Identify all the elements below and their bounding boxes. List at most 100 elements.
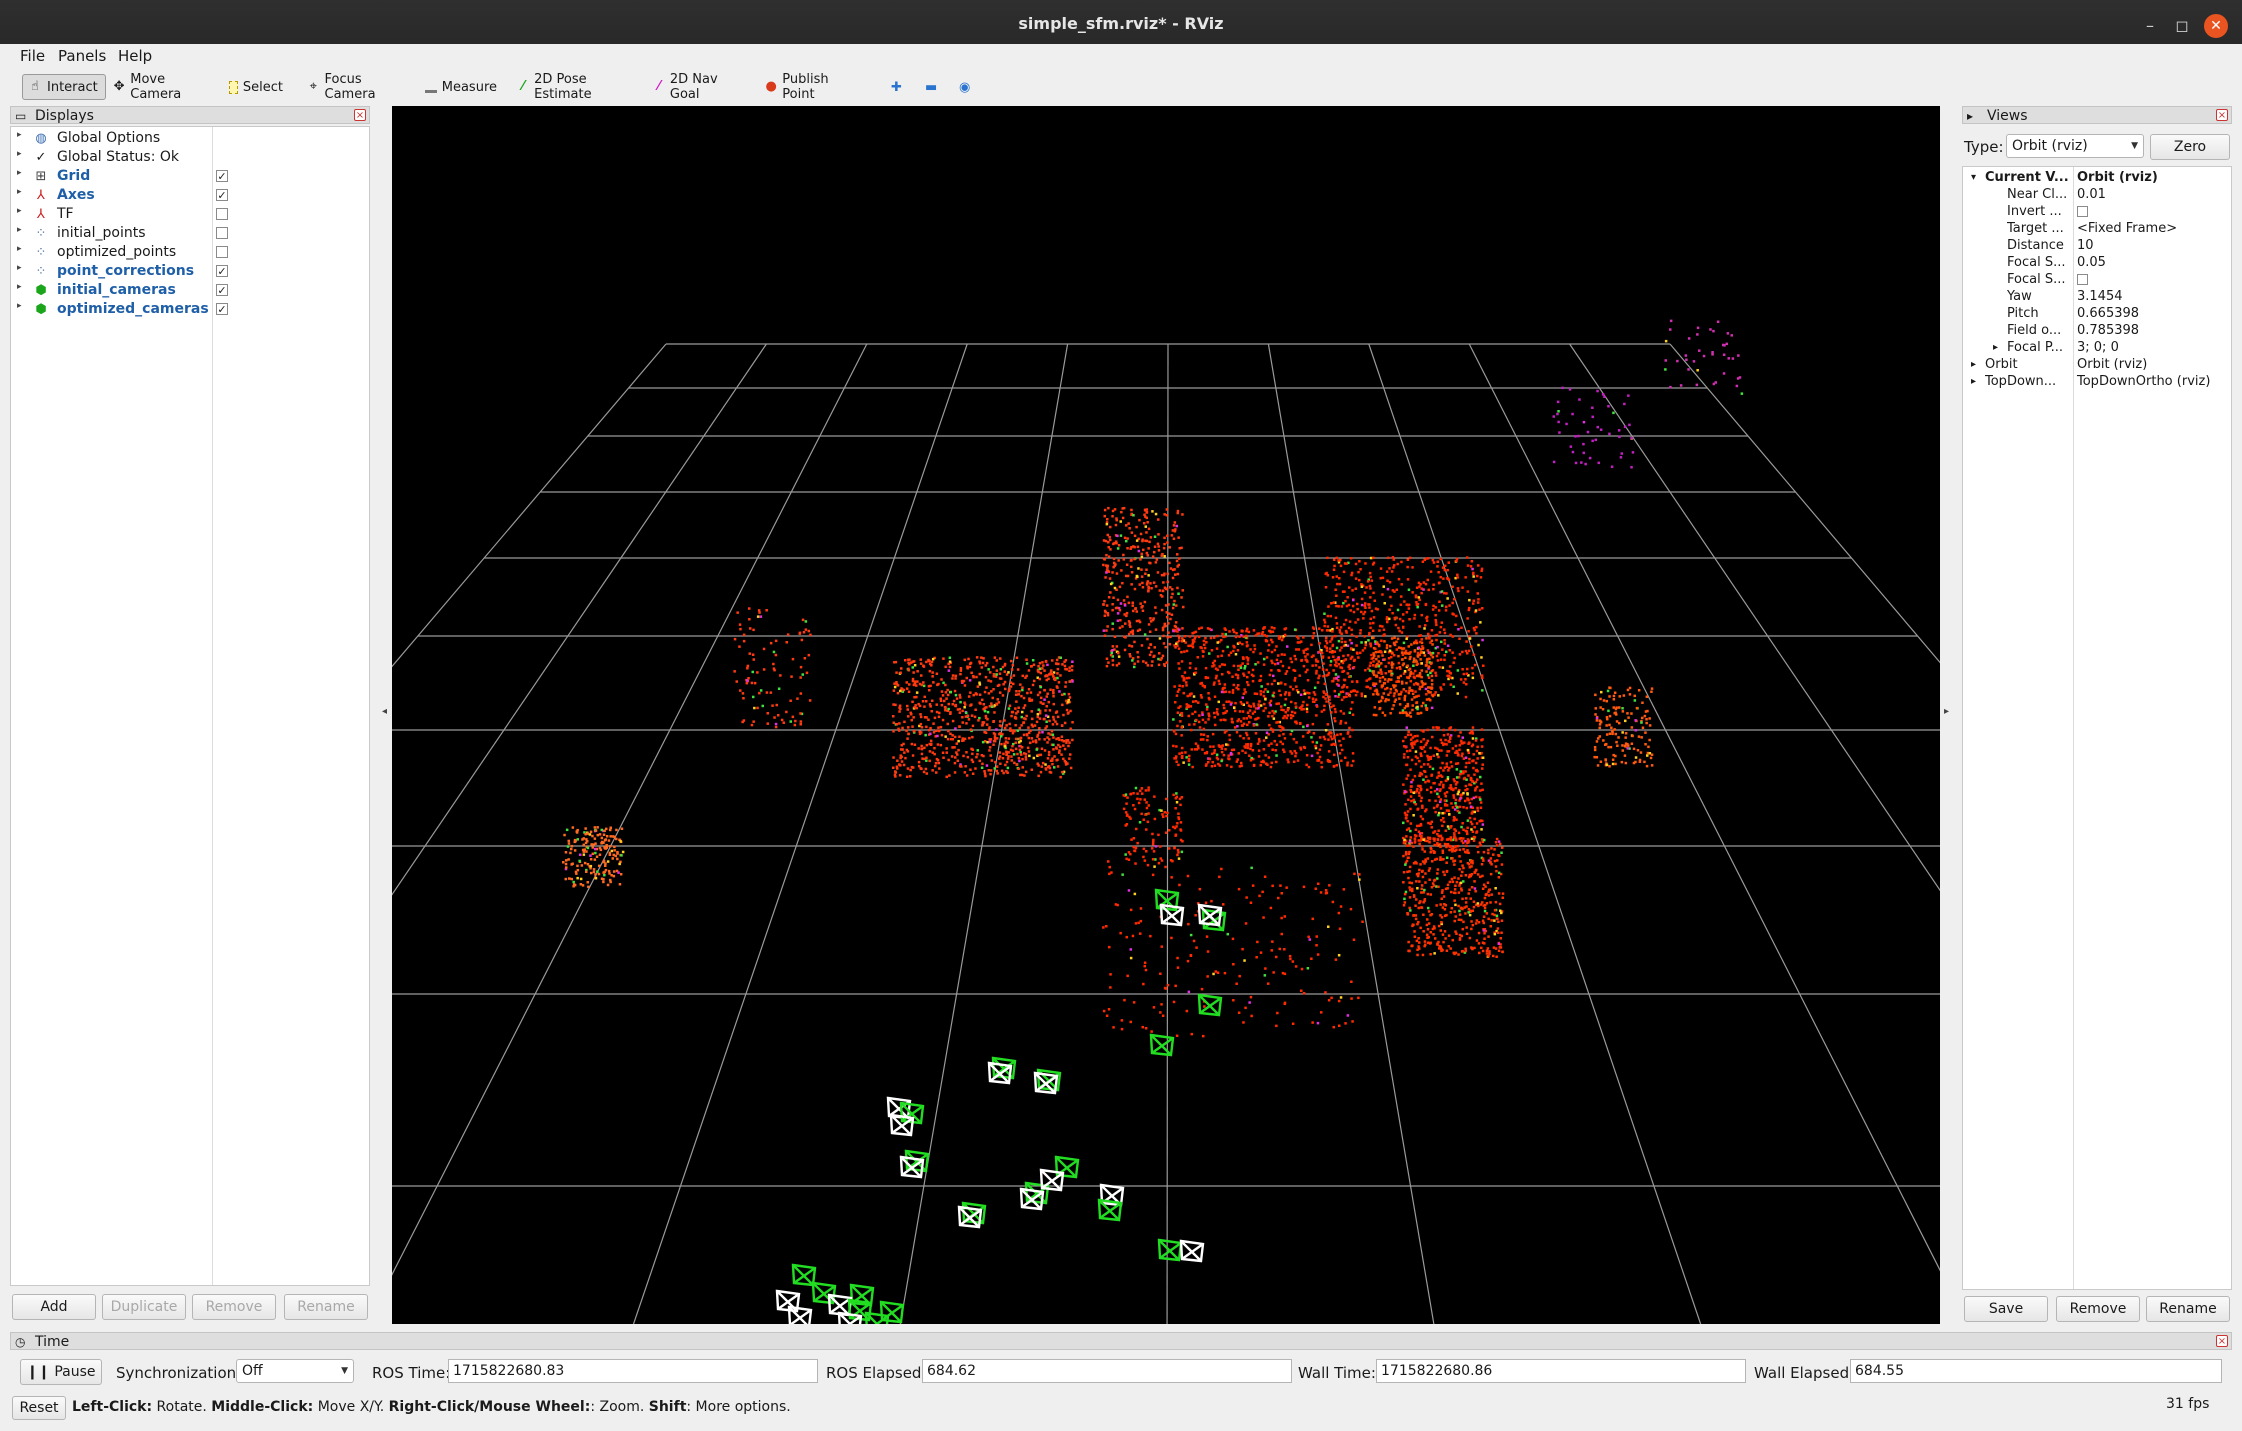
enable-checkbox[interactable] bbox=[216, 208, 228, 220]
enable-checkbox[interactable]: ✓ bbox=[216, 189, 228, 201]
cloud-point bbox=[1344, 643, 1347, 647]
expand-arrow-icon[interactable]: ▸ bbox=[17, 149, 22, 159]
cloud-point bbox=[1406, 749, 1409, 753]
cloud-point bbox=[1486, 881, 1490, 884]
cloud-point bbox=[1449, 784, 1452, 787]
expand-arrow-icon[interactable]: ▸ bbox=[17, 168, 22, 178]
expand-arrow-icon[interactable]: ▸ bbox=[17, 282, 22, 292]
cloud-point bbox=[1406, 733, 1410, 737]
display-item-global-options[interactable]: ▸ ◍ Global Options bbox=[11, 130, 369, 149]
enable-checkbox[interactable] bbox=[216, 227, 228, 239]
cloud-point bbox=[1168, 829, 1171, 832]
enable-checkbox[interactable]: ✓ bbox=[216, 265, 228, 277]
cloud-point bbox=[1372, 616, 1376, 619]
remove-display-button[interactable]: Remove bbox=[192, 1294, 276, 1320]
expand-arrow-icon[interactable]: ▸ bbox=[17, 130, 22, 140]
3d-viewport[interactable] bbox=[0, 106, 2242, 1335]
move-camera-tool-button[interactable]: ✥ Move Camera bbox=[108, 72, 214, 102]
cloud-point bbox=[581, 838, 584, 841]
cloud-point bbox=[1425, 637, 1428, 640]
display-item-optimized-points[interactable]: ▸ ⁘ optimized_points bbox=[11, 244, 369, 263]
cloud-point bbox=[1451, 651, 1454, 654]
expand-arrow-icon[interactable]: ▸ bbox=[17, 301, 22, 311]
cloud-point bbox=[1482, 904, 1485, 907]
cloud-point bbox=[948, 656, 952, 659]
expand-arrow-icon[interactable]: ▸ bbox=[17, 225, 22, 235]
left-dock-handle[interactable]: ◂ bbox=[380, 106, 392, 1324]
display-item-initial-cameras[interactable]: ▸ ⬢ initial_cameras ✓ bbox=[11, 282, 369, 301]
cloud-point bbox=[1453, 597, 1456, 601]
cloud-point bbox=[906, 708, 909, 711]
cloud-point bbox=[1409, 888, 1412, 892]
interact-tool-button[interactable]: ☝ Interact bbox=[22, 74, 106, 100]
remove-tool-icon[interactable]: ▬ bbox=[920, 74, 946, 100]
panel-close-icon[interactable]: × bbox=[354, 109, 366, 121]
3d-scene[interactable] bbox=[0, 106, 2242, 1335]
cloud-point bbox=[1372, 652, 1375, 655]
cloud-point bbox=[802, 631, 806, 634]
close-icon[interactable]: ✕ bbox=[2204, 14, 2228, 38]
expand-arrow-icon[interactable]: ▸ bbox=[17, 263, 22, 273]
display-item-global-status-ok[interactable]: ▸ ✓ Global Status: Ok bbox=[11, 149, 369, 168]
menu-file[interactable]: File bbox=[20, 47, 45, 65]
cloud-point bbox=[1017, 706, 1020, 709]
enable-checkbox[interactable] bbox=[216, 246, 228, 258]
add-tool-icon[interactable]: ✚ bbox=[886, 74, 912, 100]
display-item-tf[interactable]: ▸ ⅄ TF bbox=[11, 206, 369, 225]
cloud-point bbox=[1316, 660, 1320, 663]
display-item-initial-points[interactable]: ▸ ⁘ initial_points bbox=[11, 225, 369, 244]
cloud-point bbox=[1379, 576, 1382, 580]
cloud-point bbox=[1467, 911, 1470, 914]
cloud-point bbox=[935, 672, 939, 675]
menu-help[interactable]: Help bbox=[118, 47, 152, 65]
enable-checkbox[interactable]: ✓ bbox=[216, 303, 228, 315]
expand-arrow-icon[interactable]: ▸ bbox=[17, 206, 22, 216]
cloud-point bbox=[1462, 806, 1465, 809]
display-item-point-corrections[interactable]: ▸ ⁘ point_corrections ✓ bbox=[11, 263, 369, 282]
expand-arrow-icon[interactable]: ▸ bbox=[17, 244, 22, 254]
cloud-point bbox=[978, 693, 982, 696]
maximize-icon[interactable]: ◻ bbox=[2170, 14, 2194, 38]
cloud-point bbox=[1011, 664, 1015, 667]
cloud-point bbox=[773, 716, 776, 719]
cloud-point bbox=[1423, 763, 1426, 766]
display-item-axes[interactable]: ▸ ⅄ Axes ✓ bbox=[11, 187, 369, 206]
expand-arrow-icon[interactable]: ▸ bbox=[17, 187, 22, 197]
cloud-point bbox=[1037, 774, 1040, 778]
duplicate-display-button[interactable]: Duplicate bbox=[102, 1294, 186, 1320]
pose-estimate-tool-button[interactable]: ⁄ 2D Pose Estimate bbox=[512, 72, 638, 102]
focus-camera-tool-button[interactable]: ⌖ Focus Camera bbox=[302, 72, 412, 102]
cloud-point bbox=[1330, 638, 1334, 641]
cloud-point bbox=[616, 857, 619, 861]
measure-tool-button[interactable]: Measure bbox=[420, 74, 502, 100]
display-item-grid[interactable]: ▸ ⊞ Grid ✓ bbox=[11, 168, 369, 187]
menu-panels[interactable]: Panels bbox=[58, 47, 106, 65]
select-tool-button[interactable]: Select bbox=[224, 74, 288, 100]
cloud-point bbox=[1043, 689, 1046, 692]
cloud-point bbox=[600, 840, 604, 844]
cloud-point bbox=[1245, 634, 1248, 638]
cloud-point bbox=[1278, 734, 1281, 737]
cloud-point bbox=[1480, 745, 1484, 748]
cloud-point bbox=[985, 706, 988, 709]
cloud-point bbox=[1632, 761, 1636, 765]
nav-goal-tool-button[interactable]: ⁄ 2D Nav Goal bbox=[648, 72, 744, 102]
cloud-point bbox=[1102, 926, 1105, 929]
display-item-optimized-cameras[interactable]: ▸ ⬢ optimized_cameras ✓ bbox=[11, 301, 369, 320]
cloud-point bbox=[1461, 927, 1464, 931]
eye-dropdown-icon[interactable]: ◉ bbox=[954, 74, 980, 100]
enable-checkbox[interactable]: ✓ bbox=[216, 170, 228, 182]
cloud-point bbox=[1432, 925, 1436, 928]
cloud-point bbox=[948, 774, 951, 777]
cloud-point bbox=[1370, 579, 1373, 582]
minimize-icon[interactable]: – bbox=[2138, 14, 2162, 38]
cloud-point bbox=[906, 750, 910, 753]
cloud-point bbox=[1199, 738, 1203, 741]
publish-point-tool-button[interactable]: ● Publish Point bbox=[760, 72, 860, 102]
rename-display-button[interactable]: Rename bbox=[284, 1294, 368, 1320]
cloud-point bbox=[1071, 660, 1074, 663]
enable-checkbox[interactable]: ✓ bbox=[216, 284, 228, 296]
cloud-point bbox=[1381, 576, 1385, 580]
add-display-button[interactable]: Add bbox=[12, 1294, 96, 1320]
cloud-point bbox=[1122, 553, 1125, 557]
